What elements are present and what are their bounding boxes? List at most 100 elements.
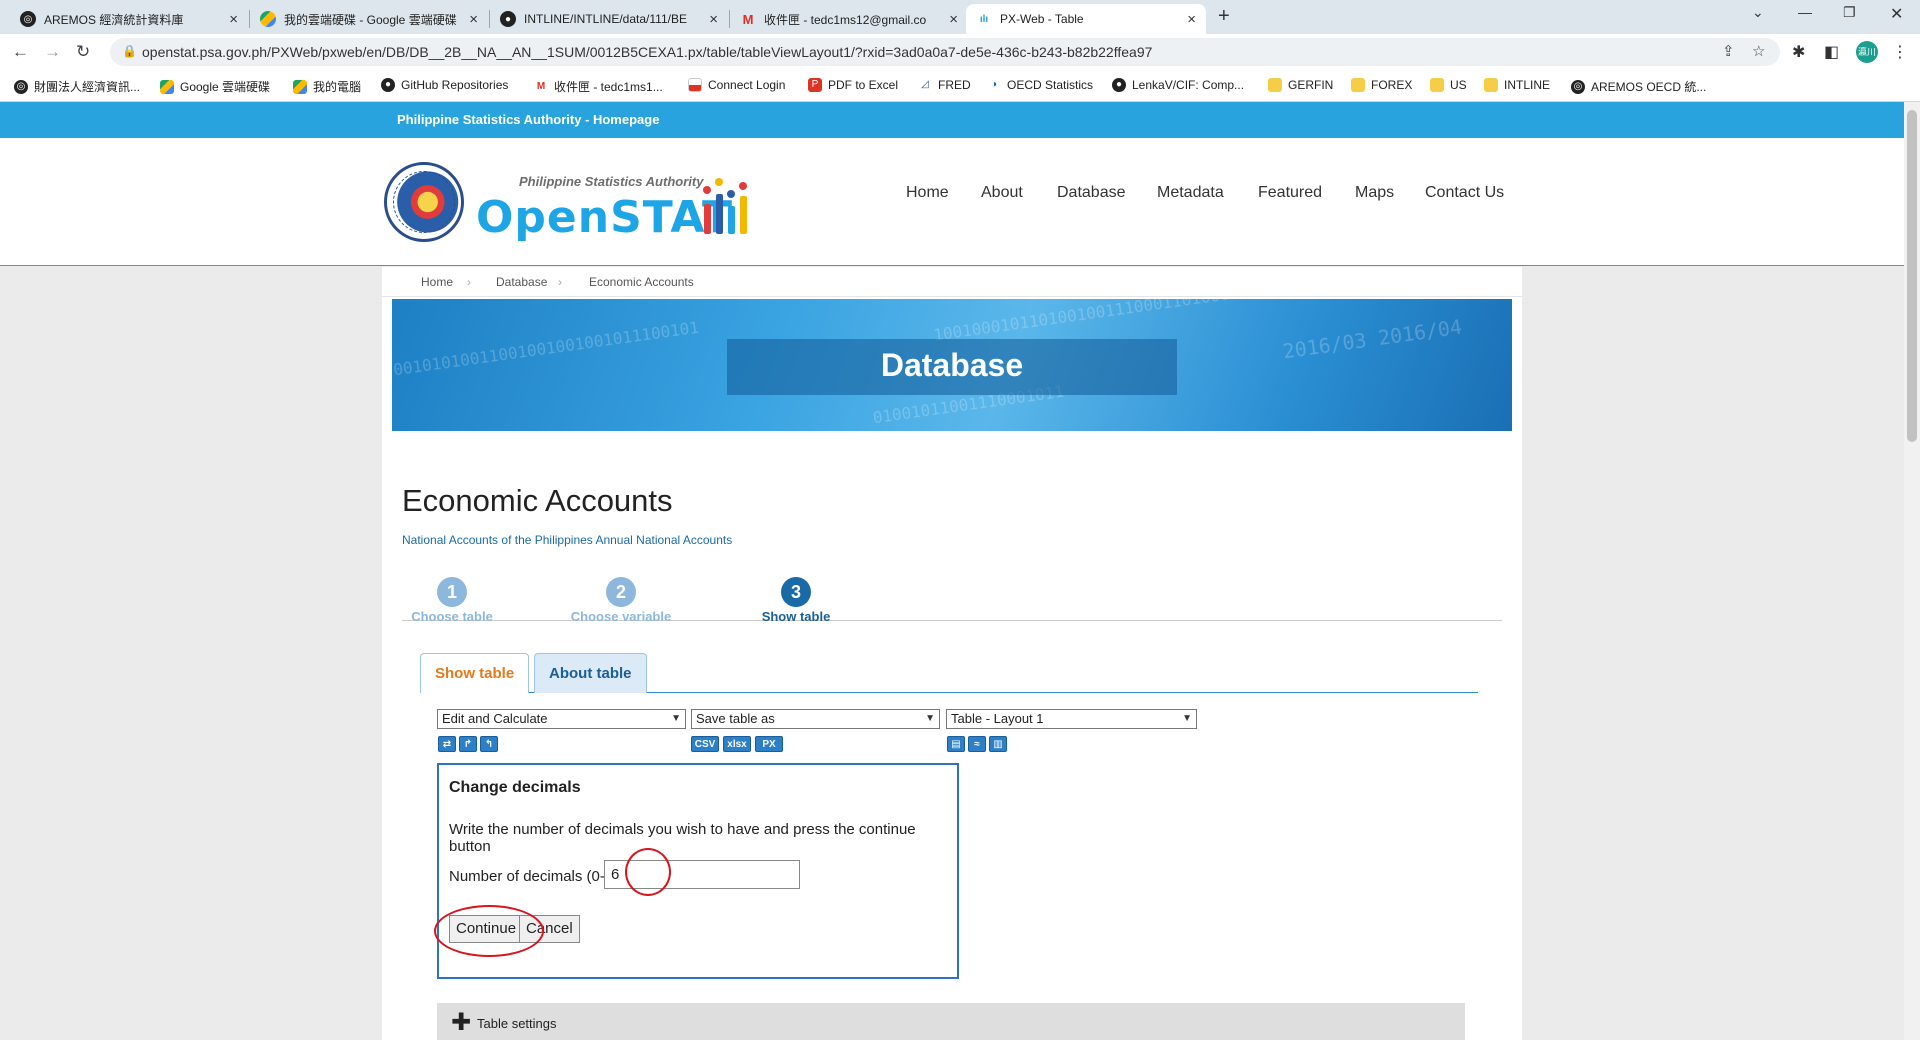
step-number: 2 — [606, 577, 636, 607]
chevron-down-icon: ▼ — [925, 713, 935, 724]
chevron-right-icon: › — [558, 275, 562, 289]
nav-database[interactable]: Database — [1057, 184, 1126, 202]
save-xlsx-button[interactable]: xlsx — [723, 736, 751, 752]
tab-search-icon[interactable]: ⌄ — [1752, 4, 1764, 21]
forward-icon[interactable]: → — [44, 42, 61, 62]
step-number: 3 — [781, 577, 811, 607]
bookmark-item[interactable]: ◎ 財團法人經濟資訊... — [14, 78, 140, 95]
close-tab-icon[interactable]: × — [1187, 11, 1196, 28]
edit-calculate-select[interactable]: Edit and Calculate ▼ — [437, 709, 686, 729]
save-table-select[interactable]: Save table as ▼ — [691, 709, 940, 729]
bookmark-star-icon[interactable]: ☆ — [1752, 42, 1765, 60]
chevron-down-icon: ▼ — [1182, 713, 1192, 724]
browser-tab-2[interactable]: 我的雲端硬碟 - Google 雲端硬碟 × — [250, 4, 488, 34]
reload-icon[interactable]: ↻ — [76, 42, 90, 62]
bookmark-item[interactable]: 我的電腦 — [293, 78, 361, 95]
browser-tab-title: 我的雲端硬碟 - Google 雲端硬碟 — [284, 12, 457, 27]
extensions-icon[interactable]: ✱ — [1792, 42, 1805, 62]
table-tabs: Show table About table — [420, 653, 1478, 693]
page-title: Economic Accounts — [402, 483, 673, 518]
bookmark-item[interactable]: M 收件匣 - tedc1ms1... — [534, 78, 663, 95]
bar-chart-logo-icon — [702, 178, 762, 234]
step-choose-table[interactable]: 1 Choose table — [382, 577, 522, 624]
menu-icon[interactable]: ⋮ — [1892, 42, 1908, 62]
profile-avatar[interactable]: 瀛川 — [1856, 41, 1878, 63]
nav-featured[interactable]: Featured — [1258, 184, 1322, 202]
scrollbar-thumb[interactable] — [1907, 110, 1917, 442]
aremos-favicon-icon: ◎ — [20, 11, 36, 27]
share-icon[interactable]: ⇪ — [1722, 42, 1735, 60]
github-icon: ● — [381, 78, 395, 92]
breadcrumb-database[interactable]: Database — [496, 275, 547, 289]
bookmark-folder[interactable]: US — [1430, 78, 1467, 92]
breadcrumb-home[interactable]: Home — [421, 275, 453, 289]
bookmark-item[interactable]: P PDF to Excel — [808, 78, 898, 92]
bookmark-folder[interactable]: GERFIN — [1268, 78, 1333, 92]
browser-tab-strip: ◎ AREMOS 經濟統計資料庫 × 我的雲端硬碟 - Google 雲端硬碟 … — [0, 0, 1920, 34]
logo-subtitle: Philippine Statistics Authority — [519, 174, 704, 189]
save-csv-button[interactable]: CSV — [691, 736, 719, 752]
folder-icon — [1430, 78, 1444, 92]
side-panel-icon[interactable]: ◧ — [1824, 42, 1839, 62]
step-choose-variable[interactable]: 2 Choose variable — [551, 577, 691, 624]
dialog-instructions: Write the number of decimals you wish to… — [449, 821, 916, 855]
table-layout-icon[interactable]: ▤ — [947, 736, 965, 752]
close-tab-icon[interactable]: × — [949, 11, 958, 28]
bookmark-item[interactable]: ● GitHub Repositories — [381, 78, 508, 92]
minimize-icon[interactable]: — — [1798, 4, 1812, 20]
layout-select[interactable]: Table - Layout 1 ▼ — [946, 709, 1197, 729]
page-subtitle-link[interactable]: National Accounts of the Philippines Ann… — [402, 533, 732, 547]
tab-show-table[interactable]: Show table — [420, 653, 530, 693]
wizard-steps: 1 Choose table 2 Choose variable 3 Show … — [402, 577, 1502, 624]
continue-button[interactable]: Continue — [449, 915, 524, 943]
url-field[interactable]: 🔒 openstat.psa.gov.ph/PXWeb/pxweb/en/DB/… — [110, 38, 1780, 66]
close-tab-icon[interactable]: × — [229, 11, 238, 28]
bookmark-item[interactable]: ◎ AREMOS OECD 統... — [1571, 78, 1706, 95]
close-tab-icon[interactable]: × — [709, 11, 718, 28]
flag-icon — [688, 78, 702, 92]
bookmark-item[interactable]: Connect Login — [688, 78, 785, 92]
bookmark-item[interactable]: ◿ FRED — [918, 78, 971, 92]
decimals-input[interactable] — [604, 860, 800, 889]
browser-tab-4[interactable]: M 收件匣 - tedc1ms12@gmail.co × — [730, 4, 968, 34]
database-banner: 00101010011001001001001011100101 1001000… — [392, 299, 1512, 431]
google-drive-icon — [293, 79, 307, 94]
nav-maps[interactable]: Maps — [1355, 184, 1394, 202]
bar-chart-icon[interactable]: ▥ — [989, 736, 1007, 752]
gmail-icon: M — [742, 11, 754, 27]
address-bar-row: ← → ↻ 🔒 openstat.psa.gov.ph/PXWeb/pxweb/… — [0, 34, 1920, 70]
lock-icon[interactable]: 🔒 — [122, 44, 137, 58]
browser-tab-3[interactable]: ● INTLINE/INTLINE/data/111/BE × — [490, 4, 728, 34]
browser-tab-5[interactable]: ılı PX-Web - Table × — [966, 4, 1206, 34]
bookmark-item[interactable]: Google 雲端硬碟 — [160, 78, 270, 95]
dialog-heading: Change decimals — [449, 779, 581, 796]
pivot-icon[interactable]: ⇄ — [438, 736, 456, 752]
bookmark-item[interactable]: ◑ OECD Statistics — [987, 78, 1093, 92]
save-px-button[interactable]: PX — [755, 736, 783, 752]
psa-seal-logo[interactable] — [384, 162, 464, 242]
line-chart-icon[interactable]: ≈ — [968, 736, 986, 752]
tab-about-table[interactable]: About table — [534, 653, 647, 693]
new-tab-icon[interactable]: + — [1218, 5, 1230, 28]
nav-contact-us[interactable]: Contact Us — [1425, 184, 1504, 202]
cancel-button[interactable]: Cancel — [519, 915, 580, 943]
page-scrollbar[interactable] — [1904, 102, 1920, 1040]
change-decimals-dialog: Change decimals Write the number of deci… — [434, 763, 959, 979]
browser-tab-1[interactable]: ◎ AREMOS 經濟統計資料庫 × — [10, 4, 248, 34]
restore-icon[interactable]: ❐ — [1843, 4, 1856, 21]
browser-tab-title: PX-Web - Table — [1000, 12, 1084, 26]
close-window-icon[interactable]: ✕ — [1890, 4, 1903, 24]
bookmark-folder[interactable]: FOREX — [1351, 78, 1412, 92]
bookmark-item[interactable]: ● LenkaV/CIF: Comp... — [1112, 78, 1244, 92]
homepage-link[interactable]: Philippine Statistics Authority - Homepa… — [397, 112, 659, 127]
openstat-logo-title[interactable]: OpenSTAT — [476, 192, 733, 243]
nav-metadata[interactable]: Metadata — [1157, 184, 1224, 202]
pivot-counterclockwise-icon[interactable]: ↰ — [480, 736, 498, 752]
close-tab-icon[interactable]: × — [469, 11, 478, 28]
table-settings-panel[interactable]: ✚ Table settings — [437, 1003, 1465, 1040]
back-icon[interactable]: ← — [12, 42, 29, 62]
pivot-clockwise-icon[interactable]: ↱ — [459, 736, 477, 752]
nav-home[interactable]: Home — [906, 184, 949, 202]
nav-about[interactable]: About — [981, 184, 1023, 202]
bookmark-folder[interactable]: INTLINE — [1484, 78, 1550, 92]
